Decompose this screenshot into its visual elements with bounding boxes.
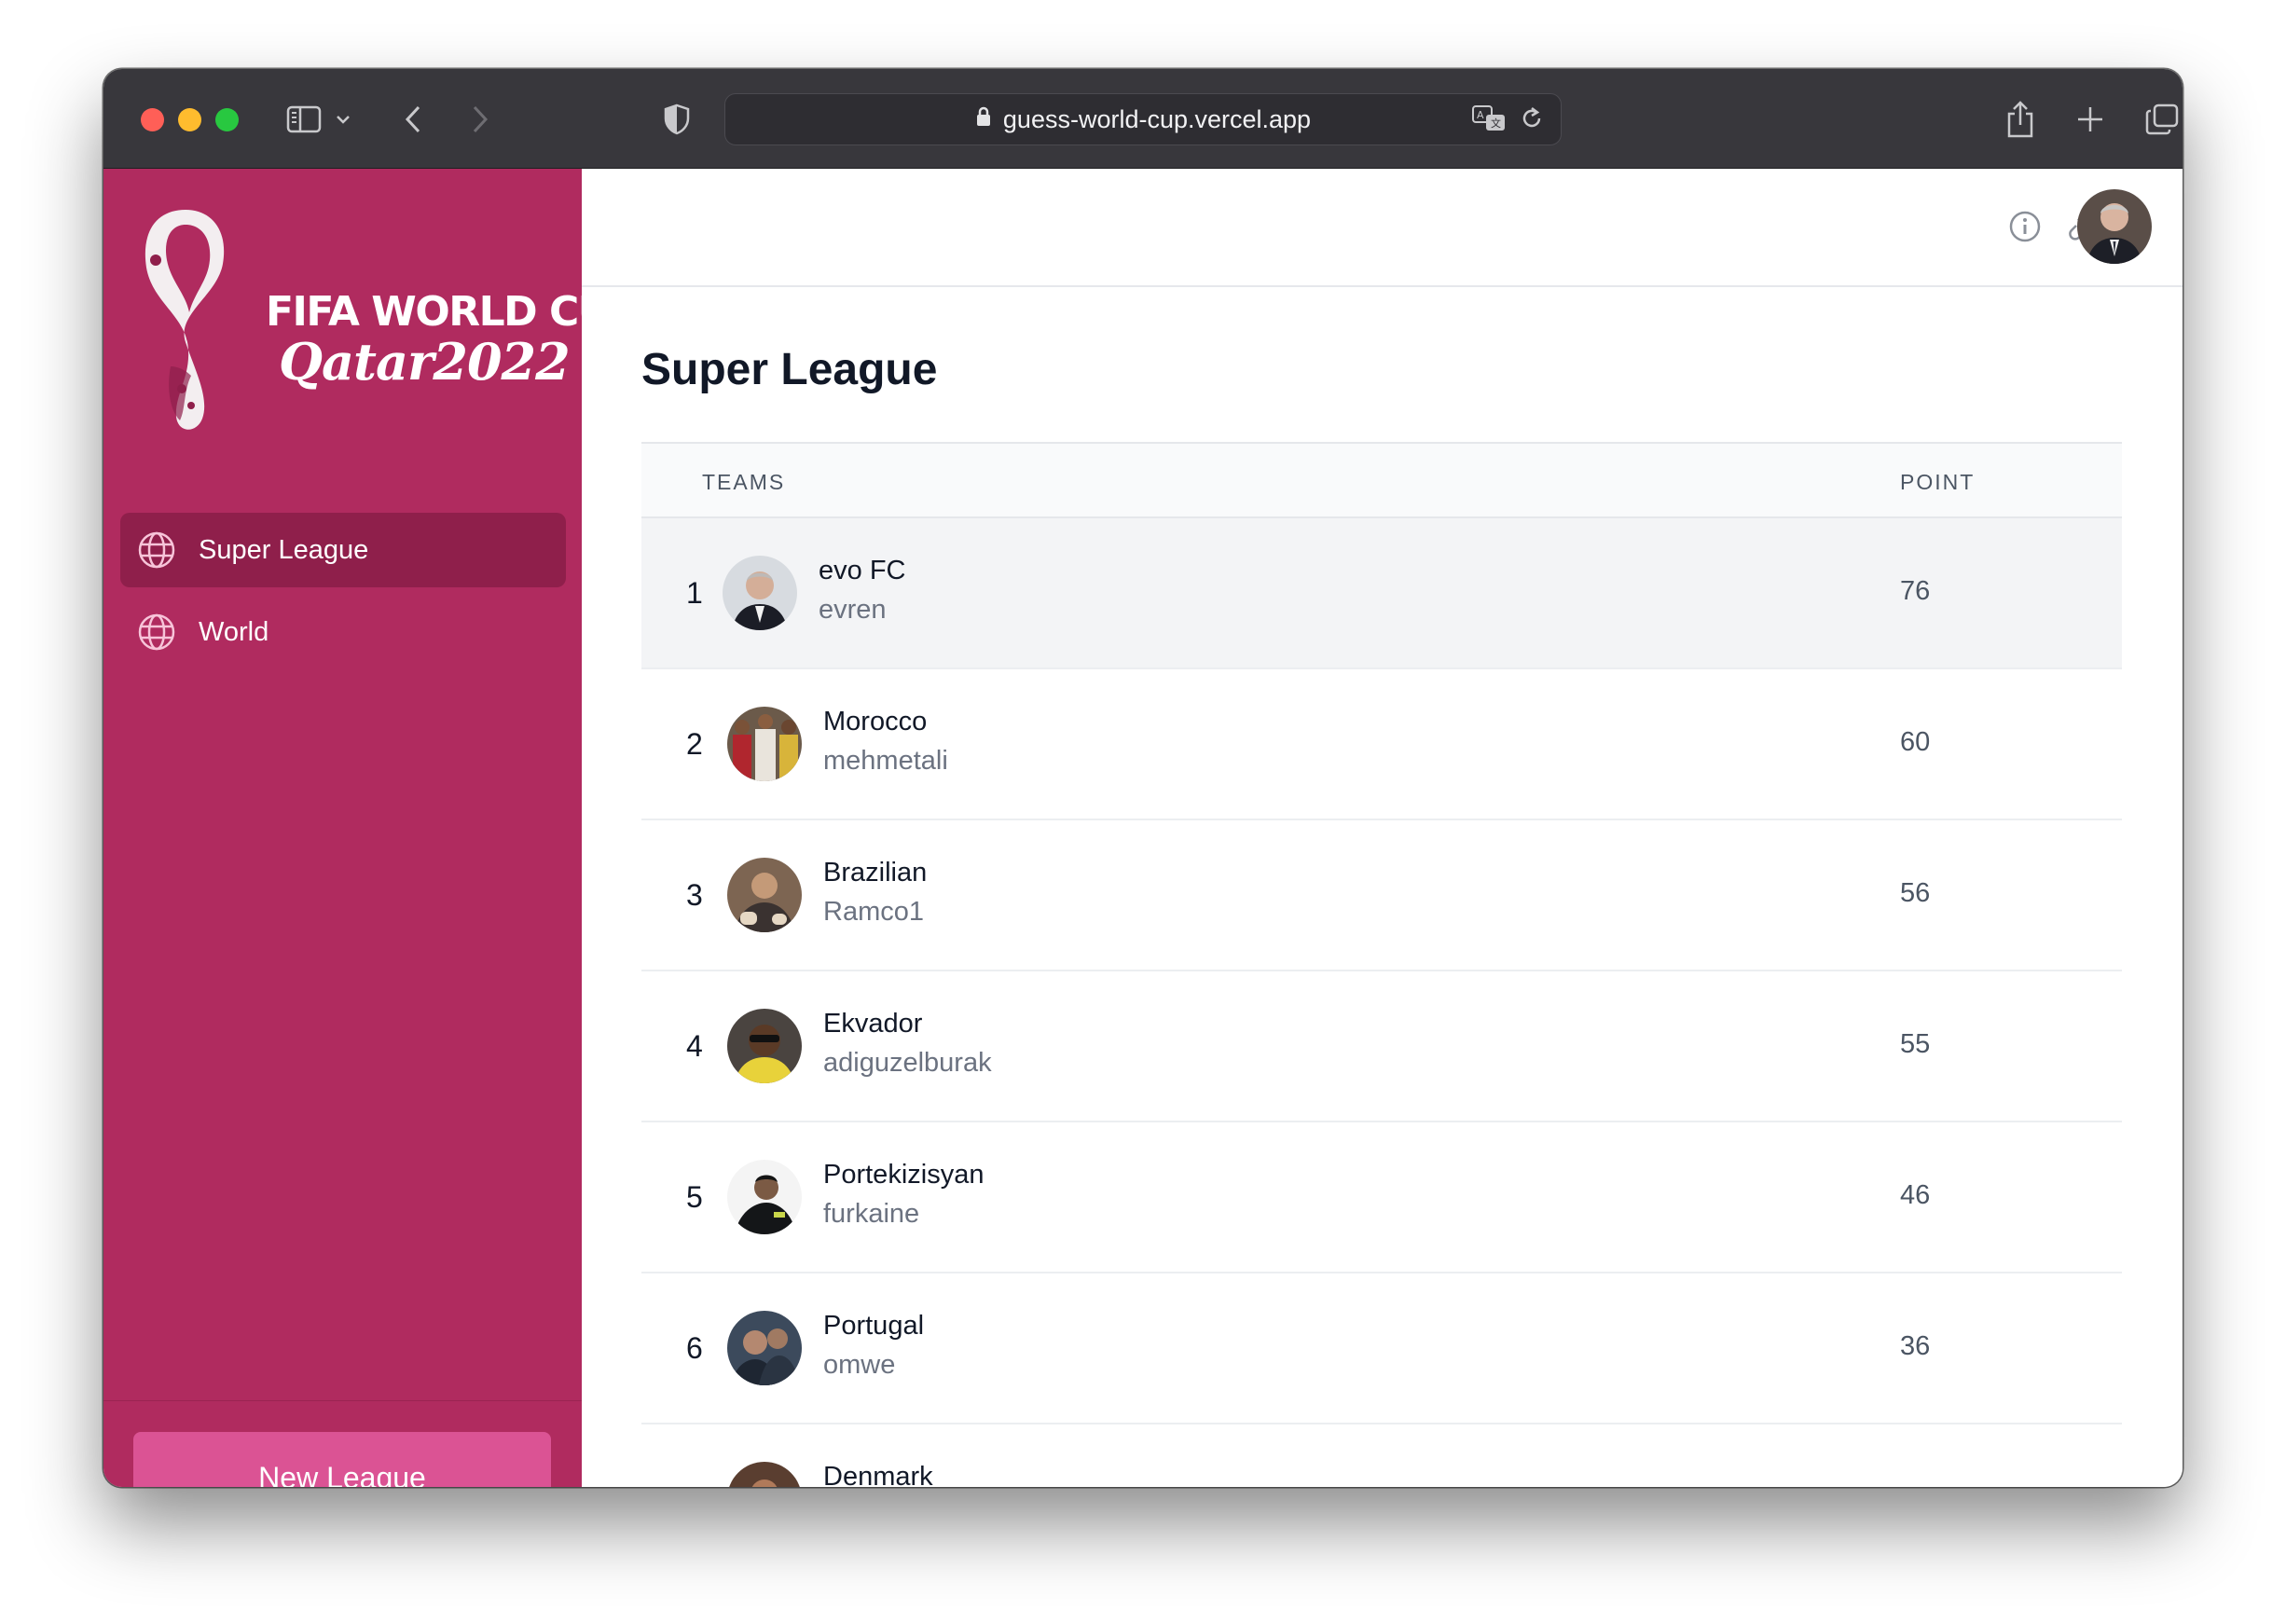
table-row[interactable]: 5 Portekizisyan furkaine 46: [641, 1122, 2122, 1273]
url-text: guess-world-cup.vercel.app: [1002, 104, 1312, 133]
sidebar-item-super-league[interactable]: Super League: [120, 513, 566, 587]
reload-icon[interactable]: [1520, 105, 1544, 136]
chevron-down-icon[interactable]: [335, 97, 351, 142]
tab-overview-icon[interactable]: [2145, 97, 2179, 142]
rank: 4: [686, 1029, 703, 1063]
browser-window: guess-world-cup.vercel.app A文 FIFA WORLD…: [103, 69, 2183, 1487]
globe-icon: [138, 531, 175, 569]
table-row[interactable]: 7 Denmark: [641, 1424, 2122, 1487]
new-tab-icon[interactable]: [2076, 97, 2104, 142]
team-points: 55: [1900, 1029, 1931, 1059]
sidebar-item-label: Super League: [199, 534, 369, 565]
forward-icon[interactable]: [469, 97, 491, 142]
team-name: Portekizisyan: [823, 1160, 985, 1190]
team-avatar: [727, 707, 802, 781]
table-row[interactable]: 1 evo FC evren 76: [641, 518, 2122, 669]
sidebar-toggle-icon[interactable]: [286, 97, 324, 142]
address-bar[interactable]: guess-world-cup.vercel.app A文: [724, 93, 1562, 145]
back-icon[interactable]: [402, 97, 424, 142]
team-avatar: [727, 1462, 802, 1487]
league-nav: Super League World: [120, 513, 566, 677]
team-owner: omwe: [823, 1350, 896, 1380]
sidebar-item-world[interactable]: World: [120, 595, 566, 669]
sidebar: FIFA WORLD CUP Qatar2022 Super League Wo…: [103, 169, 640, 1487]
rank: 6: [686, 1331, 703, 1365]
top-header: [582, 169, 2183, 287]
team-owner: Ramco1: [823, 897, 924, 927]
browser-toolbar: guess-world-cup.vercel.app A文: [103, 69, 2183, 169]
sidebar-item-label: World: [199, 616, 269, 647]
table-row[interactable]: 2 Morocco mehmetali 60: [641, 669, 2122, 820]
team-avatar: [727, 1311, 802, 1385]
team-avatar: [727, 858, 802, 932]
new-league-button[interactable]: New League: [133, 1432, 551, 1487]
page-title: Super League: [641, 345, 938, 394]
rank: 7: [686, 1482, 703, 1487]
table-row[interactable]: 3 Brazilian Ramco1 56: [641, 820, 2122, 971]
info-icon[interactable]: [2008, 210, 2042, 248]
team-points: 36: [1900, 1331, 1931, 1361]
trophy-emblem-icon: [145, 210, 225, 430]
team-points: 60: [1900, 727, 1931, 757]
privacy-shield-icon[interactable]: [663, 97, 691, 142]
fifa-world-cup-logo: FIFA WORLD CUP Qatar2022: [130, 202, 640, 435]
table-header: TEAMS POINT: [641, 442, 2122, 518]
rank: 2: [686, 727, 703, 761]
team-owner: mehmetali: [823, 746, 948, 776]
zoom-window-button[interactable]: [215, 108, 239, 131]
share-icon[interactable]: [2005, 97, 2035, 142]
team-points: 46: [1900, 1180, 1931, 1210]
globe-icon: [138, 613, 175, 651]
close-window-button[interactable]: [141, 108, 164, 131]
translate-icon[interactable]: A文: [1471, 103, 1507, 138]
team-avatar: [727, 1160, 802, 1234]
team-owner: adiguzelburak: [823, 1048, 992, 1078]
column-header-point: POINT: [1900, 470, 1976, 494]
team-name: Morocco: [823, 707, 928, 736]
team-avatar: [727, 1009, 802, 1083]
lock-icon: [975, 105, 992, 134]
column-header-teams: TEAMS: [702, 470, 786, 494]
team-owner: evren: [819, 595, 887, 625]
svg-text:文: 文: [1491, 117, 1501, 130]
minimize-window-button[interactable]: [178, 108, 201, 131]
team-name: Denmark: [823, 1462, 933, 1487]
team-name: Brazilian: [823, 858, 928, 888]
rank: 3: [686, 878, 703, 912]
table-row[interactable]: 4 Ekvador adiguzelburak 55: [641, 971, 2122, 1122]
team-avatar: [723, 556, 797, 630]
team-name: Portugal: [823, 1311, 925, 1341]
svg-text:A: A: [1477, 109, 1484, 121]
team-points: 76: [1900, 576, 1931, 606]
table-row[interactable]: 6 Portugal omwe 36: [641, 1273, 2122, 1424]
team-name: evo FC: [819, 556, 906, 585]
user-avatar[interactable]: [2077, 189, 2152, 264]
standings-table: TEAMS POINT 1 evo FC evren 76 2 Morocco: [641, 442, 2122, 1487]
team-points: 56: [1900, 878, 1931, 908]
main-content: Super League TEAMS POINT 1 evo FC evren …: [582, 169, 2183, 1487]
rank: 5: [686, 1180, 703, 1214]
team-owner: furkaine: [823, 1199, 920, 1229]
team-name: Ekvador: [823, 1009, 923, 1039]
sidebar-divider: [103, 1400, 582, 1401]
rank: 1: [686, 576, 703, 610]
